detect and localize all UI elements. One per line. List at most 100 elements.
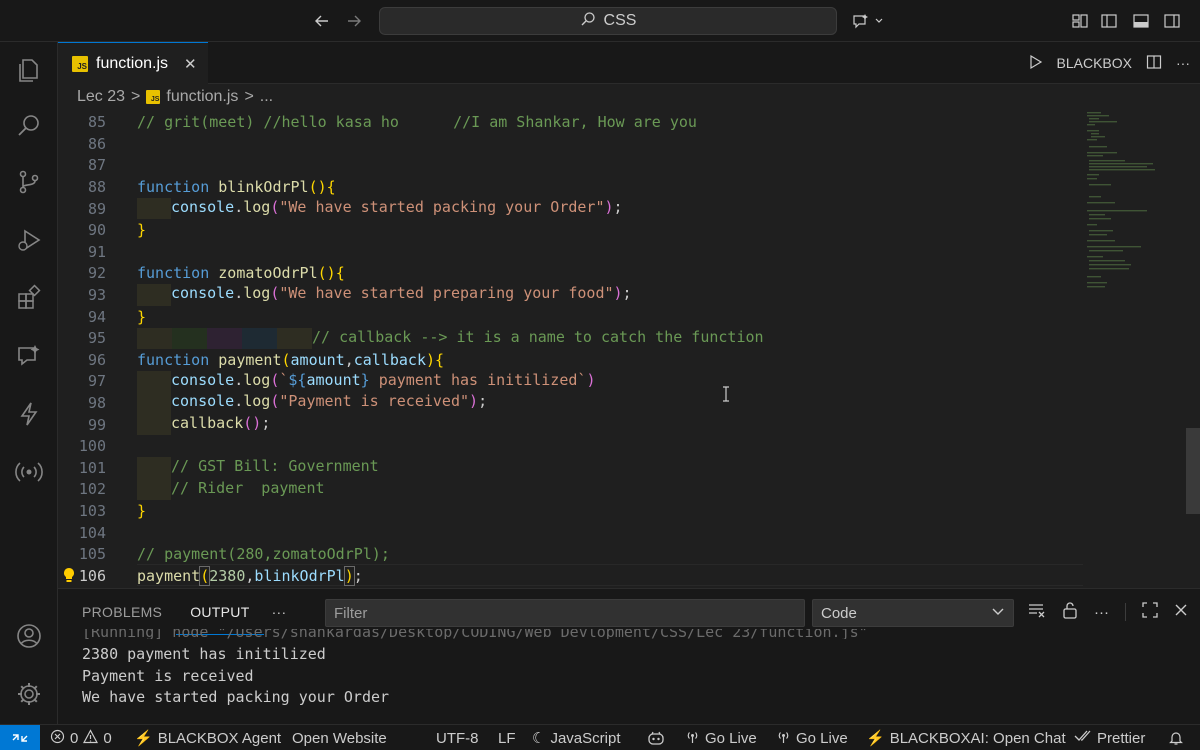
arrow-left-icon[interactable] (310, 9, 334, 33)
broadcast-icon (685, 729, 700, 748)
blackbox-button[interactable]: BLACKBOX (1057, 55, 1132, 71)
close-icon[interactable]: ✕ (184, 55, 197, 73)
line-number: 93 (87, 286, 106, 305)
remote-indicator-icon[interactable] (0, 725, 40, 750)
code-line: // payment(280,zomatoOdrPl); (137, 545, 390, 564)
line-number: 92 (87, 264, 106, 283)
output-log: [Running] node "/Users/shankardas/Deskto… (82, 629, 868, 710)
maximize-panel-icon[interactable] (1142, 602, 1158, 622)
output-channel-value: Code (821, 604, 857, 622)
open-website-button[interactable]: Open Website (292, 725, 387, 750)
code-line: console.log("We have started packing you… (137, 197, 623, 220)
copilot-chat-icon[interactable] (13, 340, 45, 372)
editor-tab-bar: JS function.js ✕ BLACKBOX ··· (58, 42, 1200, 84)
source-control-icon[interactable] (13, 166, 45, 198)
line-number: 95 (87, 329, 106, 348)
code-line: function zomatoOdrPl(){ (137, 264, 345, 283)
output-filter-input[interactable]: Filter (325, 599, 805, 627)
line-number: 106 (78, 566, 106, 585)
split-editor-icon[interactable] (1146, 54, 1162, 73)
toggle-secondary-sidebar-icon[interactable] (1160, 9, 1184, 33)
live-share-icon[interactable] (13, 456, 45, 488)
line-number: 94 (87, 307, 106, 326)
run-icon[interactable] (1027, 54, 1043, 73)
chevron-right-icon: > (131, 88, 141, 105)
blackbox-open-chat-button[interactable]: ⚡ BLACKBOXAI: Open Chat (866, 725, 1066, 750)
search-icon[interactable] (13, 110, 45, 142)
clear-output-icon[interactable] (1028, 602, 1046, 622)
javascript-file-icon: JS (72, 55, 88, 72)
code-editor[interactable]: 85 // grit(meet) //hello kasa ho //I am … (58, 110, 1200, 588)
encoding-status[interactable]: UTF-8 (436, 725, 479, 750)
search-icon (580, 11, 596, 32)
line-number: 98 (87, 394, 106, 413)
bottom-panel: PROBLEMS OUTPUT ··· Filter Code ··· [Run… (58, 588, 1200, 724)
line-number: 89 (87, 199, 106, 218)
blackbox-agent-button[interactable]: ⚡ BLACKBOX Agent (134, 725, 281, 750)
command-center-label: CSS (603, 12, 637, 29)
command-center-search[interactable]: CSS (379, 7, 837, 35)
notifications-icon[interactable] (1168, 725, 1184, 750)
toggle-sidebar-icon[interactable] (1097, 9, 1121, 33)
broadcast-icon (776, 729, 791, 748)
run-debug-icon[interactable] (13, 224, 45, 256)
copilot-status-icon[interactable] (647, 725, 665, 750)
output-channel-select[interactable]: Code (812, 599, 1014, 627)
line-number: 99 (87, 415, 106, 434)
line-number: 88 (87, 178, 106, 197)
panel-overflow-icon[interactable]: ··· (1094, 604, 1109, 621)
panel-actions: ··· (1028, 589, 1188, 635)
settings-icon[interactable] (13, 678, 45, 710)
code-line: console.log("We have started preparing y… (137, 284, 632, 306)
line-number: 97 (87, 372, 106, 391)
output-line: We have started packing your Order (82, 688, 390, 707)
lock-scroll-icon[interactable] (1062, 601, 1078, 623)
title-bar: CSS (0, 0, 1200, 42)
editor-scrollbar[interactable] (1186, 428, 1200, 514)
minimap[interactable] (1085, 110, 1175, 300)
braces-icon: ☾ (532, 730, 546, 747)
code-line: function payment(amount,callback){ (137, 350, 445, 369)
editor-actions: BLACKBOX ··· (1027, 42, 1190, 84)
line-number: 91 (87, 242, 106, 261)
breadcrumb-symbol[interactable]: ... (260, 88, 273, 106)
code-line: console.log("Payment is received"); (137, 392, 487, 414)
problems-status[interactable]: 0 0 (50, 725, 112, 750)
prettier-status[interactable]: Prettier (1074, 725, 1145, 750)
breadcrumb-file[interactable]: function.js (166, 88, 238, 106)
line-number: 87 (87, 156, 106, 175)
account-icon[interactable] (13, 620, 45, 652)
layout-icon[interactable] (1068, 9, 1092, 33)
line-number: 85 (87, 113, 106, 132)
copilot-icon[interactable] (852, 9, 886, 33)
line-number: 90 (87, 221, 106, 240)
more-actions-icon[interactable]: ··· (1176, 55, 1190, 71)
eol-status[interactable]: LF (498, 725, 516, 750)
line-number: 104 (78, 523, 106, 542)
code-line: console.log(`${amount} payment has initi… (137, 370, 595, 393)
extensions-icon[interactable] (13, 282, 45, 314)
arrow-right-icon[interactable] (342, 9, 366, 33)
explorer-icon[interactable] (13, 54, 45, 86)
toggle-panel-icon[interactable] (1129, 9, 1153, 33)
go-live-button[interactable]: Go Live (685, 725, 757, 750)
line-number: 86 (87, 134, 106, 153)
code-line: // callback --> it is a name to catch th… (137, 327, 764, 350)
code-line: // Rider payment (137, 478, 325, 501)
language-mode[interactable]: ☾ JavaScript (532, 725, 620, 750)
chevron-down-icon (991, 604, 1005, 622)
blackbox-icon[interactable] (13, 398, 45, 430)
javascript-file-icon: JS (146, 90, 161, 104)
close-panel-icon[interactable] (1174, 603, 1188, 621)
tab-function-js[interactable]: JS function.js ✕ (58, 42, 208, 84)
breadcrumb-folder[interactable]: Lec 23 (77, 88, 125, 106)
code-line: callback(); (137, 413, 270, 436)
line-number: 103 (78, 502, 106, 521)
line-number: 100 (78, 437, 106, 456)
go-live-label: Go Live (705, 729, 757, 747)
mouse-ibeam-cursor (722, 386, 730, 406)
line-number: 102 (78, 480, 106, 499)
line-number: 96 (87, 350, 106, 369)
go-live-button[interactable]: Go Live (776, 725, 848, 750)
tab-label: function.js (96, 54, 169, 72)
